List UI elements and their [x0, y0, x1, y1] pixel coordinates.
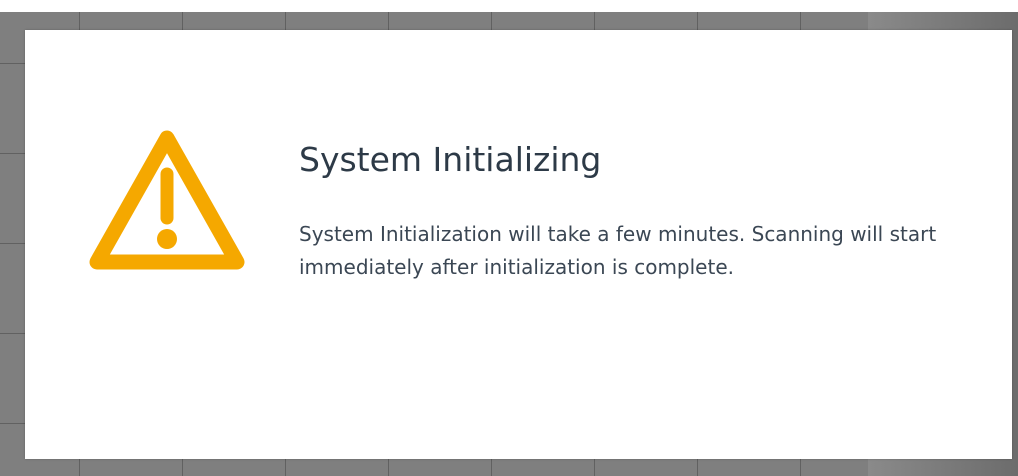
dialog-title: System Initializing	[299, 140, 602, 179]
background-top-band	[0, 0, 1018, 12]
warning-exclamation-dot	[157, 229, 177, 249]
system-initializing-dialog: System Initializing System Initializatio…	[25, 30, 1012, 459]
warning-icon	[82, 126, 252, 282]
dialog-message: System Initialization will take a few mi…	[299, 222, 937, 279]
